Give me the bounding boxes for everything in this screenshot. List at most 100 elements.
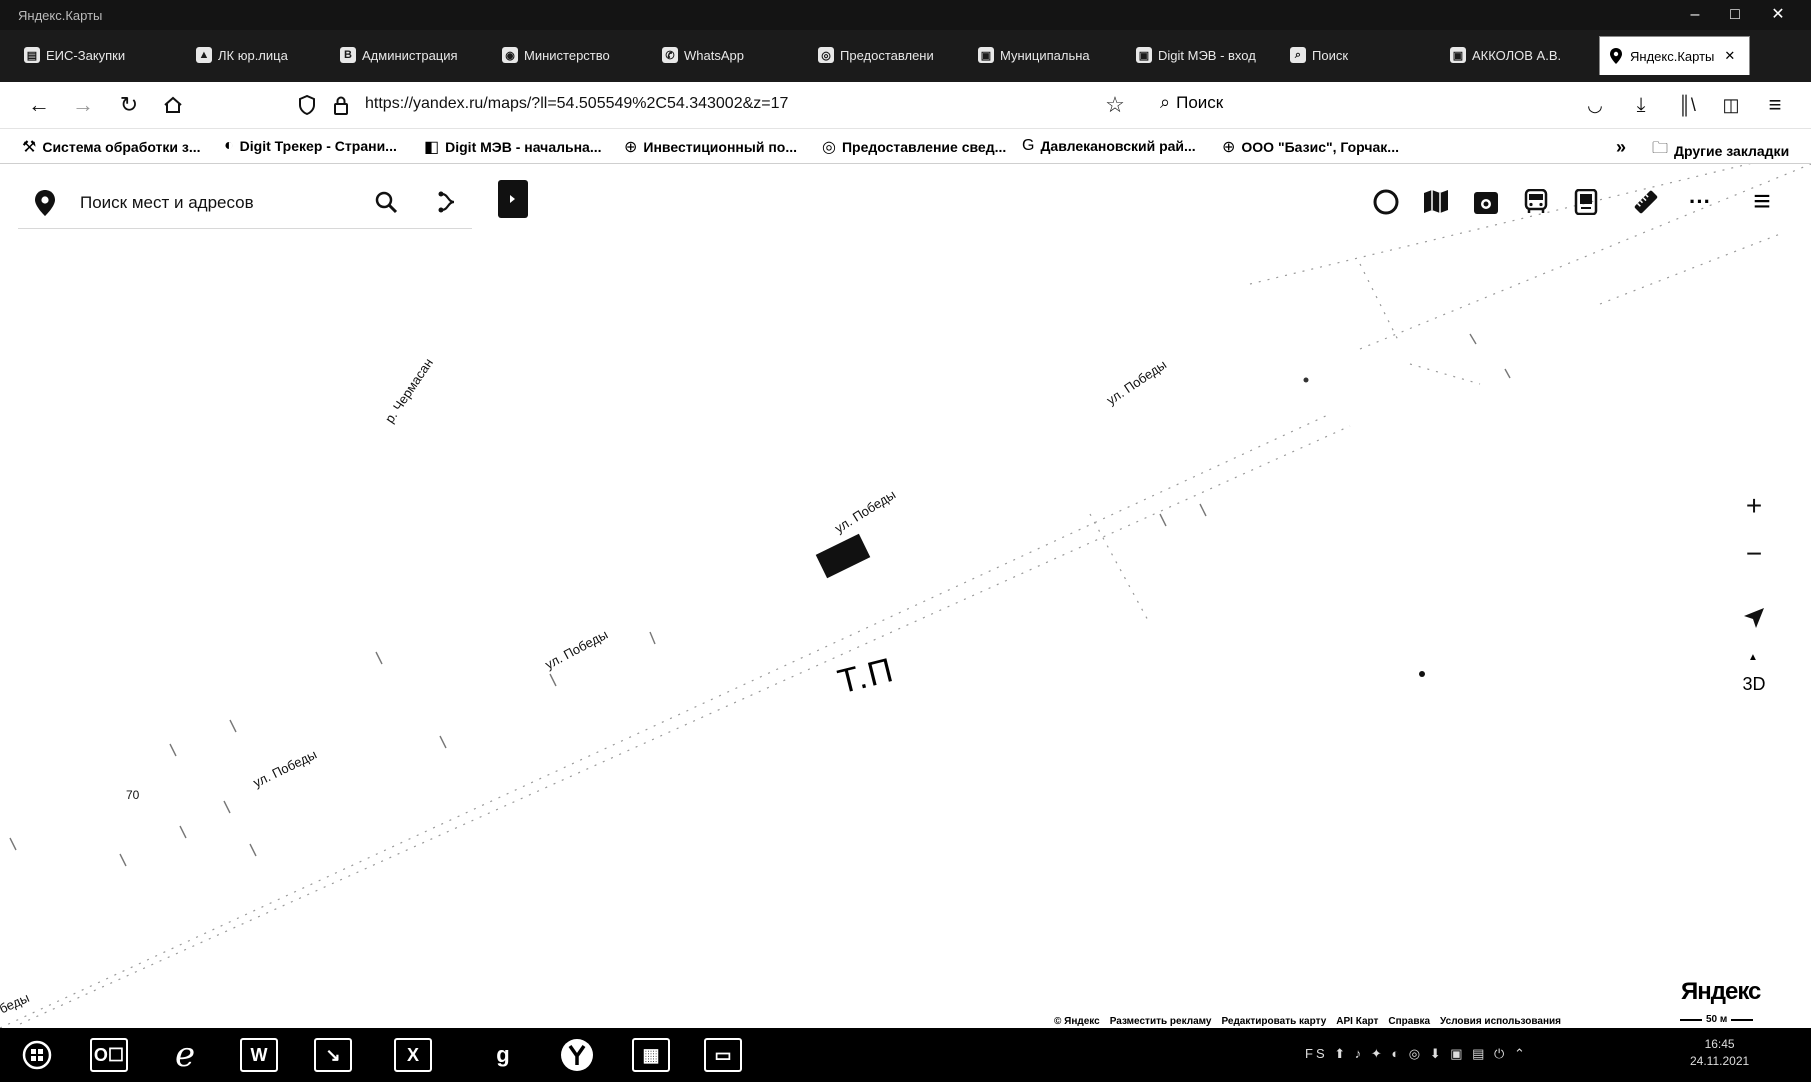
system-tray[interactable]: FS ⬆ ♪ ✦ ◐ ◎ ⬇ ▣ ▤ ⏻ ⌃ [1305,1046,1528,1062]
tab-2[interactable]: ▲ ЛК юр.лица [196,40,336,70]
back-button[interactable]: ← [24,90,54,120]
digit-icon: ◧ [424,139,440,156]
layers-circle-icon[interactable] [1368,184,1404,220]
advertise-link[interactable]: Разместить рекламу [1110,1016,1212,1027]
help-link[interactable]: Справка [1388,1016,1430,1027]
app-g-icon[interactable]: g [482,1035,524,1075]
tp-building[interactable] [815,533,871,579]
tilt-arrow-icon: ▲ [1748,652,1758,663]
map-search-input[interactable] [78,191,332,215]
tracking-shield-icon[interactable] [292,90,322,120]
bookmark-star-icon[interactable]: ☆ [1100,90,1130,120]
more-icon[interactable]: ··· [1682,184,1718,220]
url-field[interactable]: https://yandex.ru/maps/?ll=54.505549%2C5… [365,95,788,113]
geolocation-button[interactable] [1736,600,1772,636]
bookmark-label: Инвестиционный по... [643,139,798,155]
terms-link[interactable]: Условия использования [1440,1016,1561,1027]
close-window-button[interactable]: ✕ [1758,3,1798,27]
reload-button[interactable]: ↻ [114,90,144,120]
public-transport-icon[interactable] [1518,184,1554,220]
traffic-icon[interactable] [1568,184,1604,220]
hamburger-menu-icon[interactable]: ≡ [1744,184,1780,220]
sidebar-toggle-button[interactable] [498,180,528,218]
panorama-camera-icon[interactable] [1468,184,1504,220]
clock[interactable]: 16:45 24.11.2021 [1690,1036,1749,1070]
browser-search[interactable]: ⌕ Поиск [1160,92,1223,113]
tab-yandex-maps[interactable]: Яндекс.Карты ✕ [1599,36,1750,75]
globe-icon: ◎ [818,47,834,63]
tab-label: Предоставлени [840,47,934,63]
ruler-icon[interactable] [1628,184,1664,220]
sidebar-icon[interactable]: ◫ [1716,90,1746,120]
tab-6[interactable]: ◎ Предоставлени [818,40,968,70]
tab-label: Муниципальна [1000,47,1090,63]
edit-map-link[interactable]: Редактировать карту [1221,1016,1326,1027]
api-link[interactable]: API Карт [1336,1016,1378,1027]
other-bookmarks-folder[interactable]: 🗀 Другие закладки [1652,137,1789,164]
bookmark-3[interactable]: ◧ Digit МЭВ - начальна... [424,137,602,157]
doc-icon: ▤ [24,47,40,63]
tab-1[interactable]: ▤ ЕИС-Закупки [24,40,194,70]
library-icon[interactable]: ║\ [1672,90,1702,120]
folder-icon[interactable]: ▭ [702,1035,744,1075]
excel-icon[interactable]: X [392,1035,434,1075]
bookmark-label: Digit Трекер - Страни... [239,138,397,154]
tab-10[interactable]: ▣ АККОЛОВ А.В. [1450,40,1590,70]
bookmark-7[interactable]: ⊕ ООО "Базис", Горчак... [1222,137,1399,157]
bookmark-label: Другие закладки [1674,142,1790,159]
zoom-out-button[interactable]: − [1736,536,1772,572]
tab-label: Поиск [1312,47,1349,63]
map-pin-icon [34,190,56,221]
explorer-icon[interactable]: ▦ [630,1035,672,1075]
home-button[interactable] [158,90,188,120]
outlook-icon[interactable]: O☐ [88,1035,130,1075]
route-icon[interactable] [436,190,460,219]
bookmark-6[interactable]: G Давлекановский рай... [1022,137,1196,155]
word-icon[interactable]: W [238,1035,280,1075]
forward-button[interactable]: → [68,90,98,120]
lock-icon[interactable] [326,90,356,120]
tab-label: ЛК юр.лица [218,47,288,63]
start-button[interactable] [16,1035,58,1075]
tab-3[interactable]: B Администрация [340,40,488,70]
clock-date: 24.11.2021 [1690,1054,1750,1068]
tab-label: ЕИС-Закупки [46,47,126,63]
tab-8[interactable]: ▣ Digit МЭВ - вход [1136,40,1276,70]
bookmark-2[interactable]: ◐ Digit Трекер - Страни... [224,137,397,155]
map-layers-icon[interactable] [1418,184,1454,220]
whatsapp-icon: ✆ [662,47,678,63]
scale-label: 50 м [1706,1014,1728,1025]
zoom-in-button[interactable]: + [1736,488,1772,524]
bookmark-1[interactable]: ⚒ Система обработки з... [22,137,201,157]
minimize-button[interactable]: – [1675,3,1715,27]
bookmark-5[interactable]: ◎ Предоставление свед... [822,137,1006,157]
tab-label: Digit МЭВ - вход [1158,47,1256,63]
tab-9[interactable]: ⌕ Поиск [1290,40,1430,70]
globe-icon: ◉ [502,47,518,63]
tab-label: Администрация [362,47,458,63]
menu-icon[interactable]: ≡ [1760,90,1790,120]
ie-browser-icon[interactable]: ℯ [164,1035,206,1075]
tab-7[interactable]: ▣ Муниципальна [978,40,1108,70]
maximize-button[interactable]: □ [1715,3,1755,27]
download-icon[interactable]: ⤓ [1626,90,1656,120]
map-canvas[interactable]: р. Чермасан ул. Победы ул. Победы ул. По… [0,164,1811,1028]
pocket-icon[interactable]: ◡ [1580,90,1610,120]
bookmark-4[interactable]: ⊕ Инвестиционный по... [624,137,797,157]
map-scale: 50 м [1680,1014,1754,1025]
bookmarks-overflow-button[interactable]: » [1616,137,1626,158]
app-icon[interactable]: ↘ [312,1035,354,1075]
search-icon[interactable] [374,190,398,219]
tab-4[interactable]: ◉ Министерство [502,40,642,70]
3d-button[interactable]: 3D [1736,674,1772,695]
globe-icon: ⊕ [1222,139,1236,156]
tab-strip: ▤ ЕИС-Закупки ▲ ЛК юр.лица B Администрация … [0,30,1811,82]
tab-label: WhatsApp [684,47,744,63]
close-tab-icon[interactable]: ✕ [1724,48,1735,64]
yandex-browser-icon[interactable] [556,1035,598,1075]
map-search-box [18,178,472,229]
window-titlebar: Яндекс.Карты – □ ✕ [0,0,1811,30]
copyright-text: © Яндекс [1054,1016,1100,1027]
yandex-logo: Яндекс [1681,978,1761,1005]
tab-5[interactable]: ✆ WhatsApp [662,40,802,70]
